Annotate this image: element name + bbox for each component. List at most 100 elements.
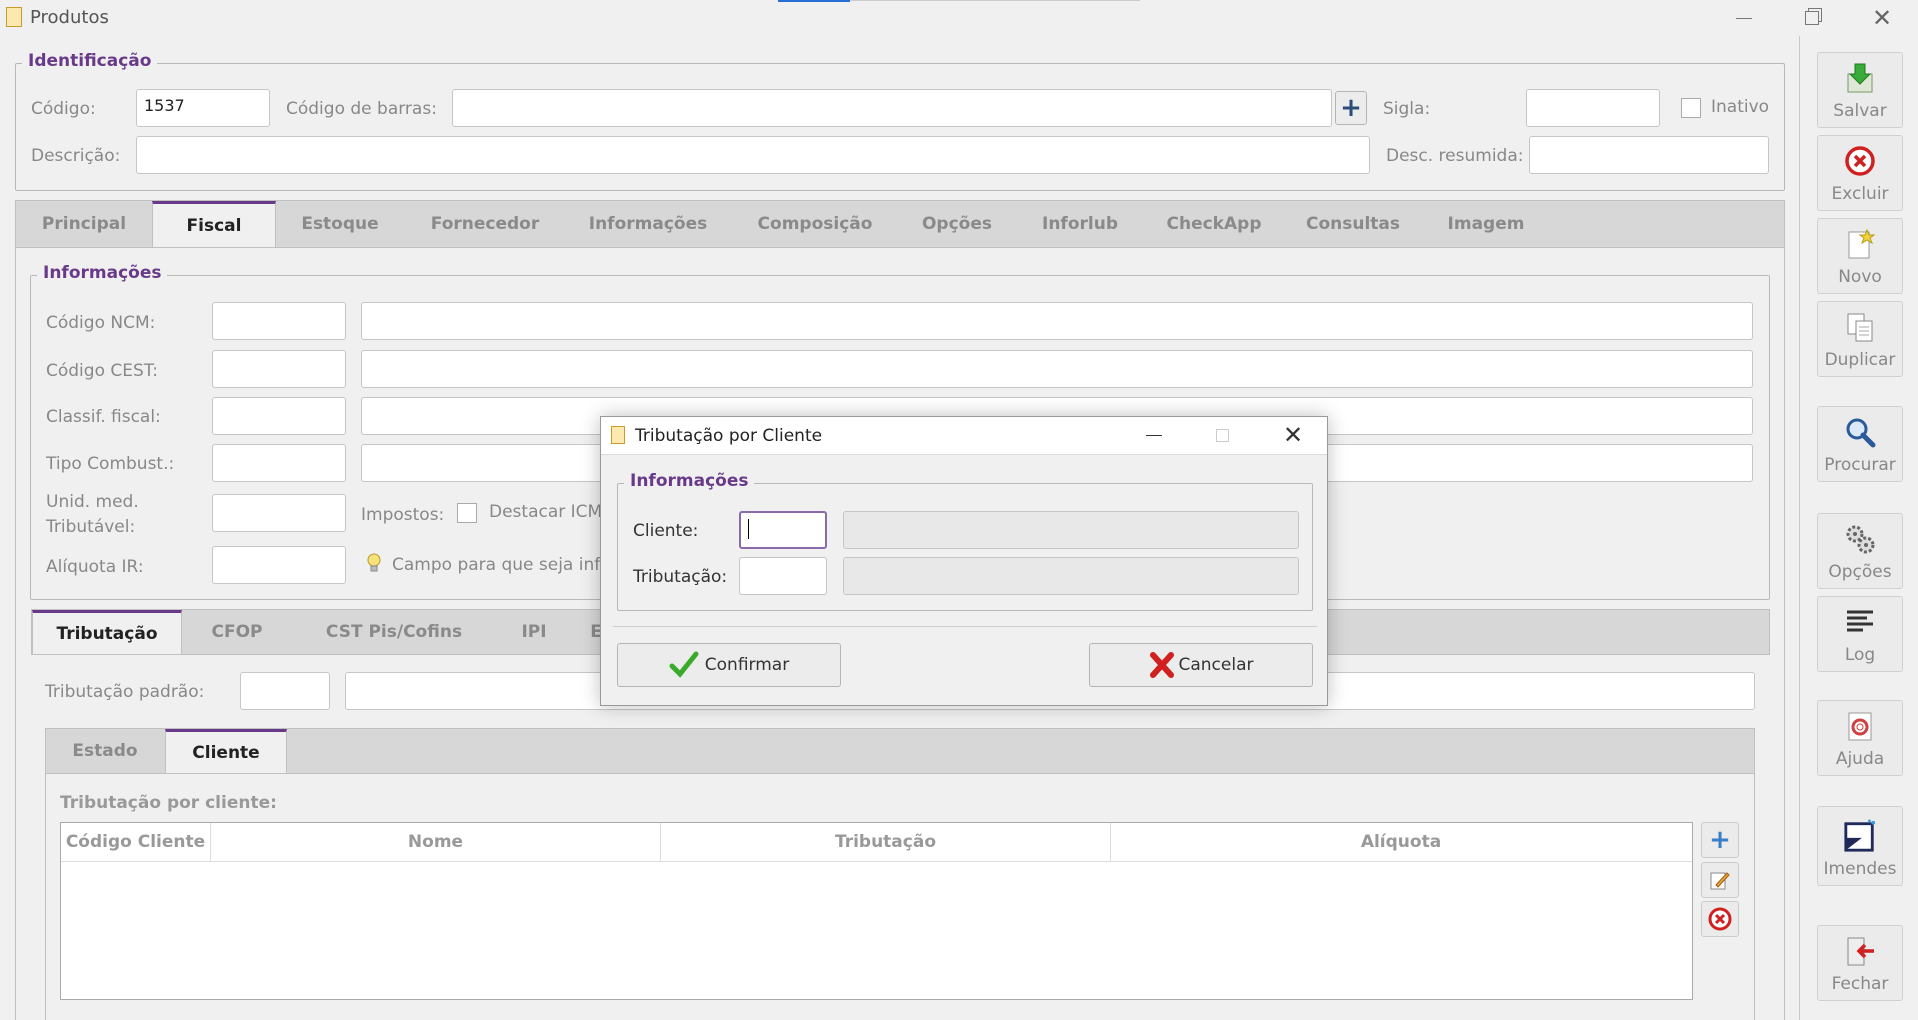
restore-button[interactable] (1778, 0, 1846, 36)
tab-fiscal[interactable]: Fiscal (152, 201, 276, 247)
excluir-button[interactable]: Excluir (1817, 135, 1903, 211)
tab-ipi[interactable]: IPI (494, 610, 574, 654)
combust-code-input[interactable] (212, 444, 346, 482)
tab-fornecedor[interactable]: Fornecedor (408, 201, 562, 247)
column-nome[interactable]: Nome (211, 823, 661, 861)
cancelar-button[interactable]: Cancelar (1089, 643, 1313, 687)
tributacao-cliente-dialog: Tributação por Cliente ✕ Informações Cli… (600, 416, 1328, 706)
ajuda-label: Ajuda (1835, 749, 1885, 769)
ncm-description-input[interactable] (361, 302, 1753, 340)
destacar-icms-checkbox[interactable] (457, 503, 477, 523)
column-tributacao[interactable]: Tributação (661, 823, 1111, 861)
aliquota-hint: Campo para que seja infor (392, 555, 618, 575)
window-progress-track (850, 0, 1140, 1)
imendes-label: Imendes (1823, 859, 1897, 879)
codigo-label: Código: (31, 99, 96, 119)
restore-icon (1805, 11, 1819, 25)
close-button[interactable]: ✕ (1848, 0, 1916, 36)
tab-tributacao[interactable]: Tributação (32, 610, 182, 654)
cest-description-input[interactable] (361, 350, 1753, 388)
grid-delete-button[interactable] (1701, 901, 1739, 937)
tab-estado[interactable]: Estado (46, 729, 164, 773)
salvar-button[interactable]: Salvar (1817, 52, 1903, 128)
column-codigo-cliente[interactable]: Código Cliente (61, 823, 211, 861)
opcoes-label: Opções (1828, 562, 1892, 582)
dialog-tributacao-label: Tributação: (633, 567, 728, 587)
aliquota-ir-label: Alíquota IR: (46, 557, 144, 577)
tab-opcoes[interactable]: Opções (901, 201, 1013, 247)
edit-icon (1710, 872, 1730, 890)
plus-icon: + (1340, 93, 1362, 123)
aliquota-ir-input[interactable] (212, 546, 346, 584)
cancelar-label: Cancelar (1178, 655, 1254, 675)
fechar-button[interactable]: Fechar (1817, 925, 1903, 1001)
classif-code-input[interactable] (212, 397, 346, 435)
tributacao-padrao-code-input[interactable] (240, 672, 330, 710)
grid-edit-button[interactable] (1701, 862, 1739, 898)
grid-add-button[interactable]: + (1701, 822, 1739, 858)
duplicar-button[interactable]: Duplicar (1817, 301, 1903, 377)
tab-cliente[interactable]: Cliente (165, 729, 287, 773)
grid-header: Código Cliente Nome Tributação Alíquota (61, 823, 1692, 862)
duplicate-icon (1843, 310, 1877, 344)
tab-cst-pis-cofins[interactable]: CST Pis/Cofins (309, 610, 479, 654)
add-barcode-button[interactable]: + (1335, 91, 1367, 125)
cross-icon (1149, 652, 1174, 678)
ncm-code-input[interactable] (212, 302, 346, 340)
plus-icon: + (1709, 825, 1731, 855)
dialog-cliente-code-input[interactable] (739, 511, 827, 549)
unid-input[interactable] (212, 494, 346, 532)
log-label: Log (1844, 645, 1876, 665)
codigo-barras-label: Código de barras: (286, 99, 437, 119)
tributacao-cliente-grid[interactable]: Código Cliente Nome Tributação Alíquota (60, 822, 1693, 1000)
fechar-label: Fechar (1831, 974, 1889, 994)
codigo-input[interactable]: 1537 (136, 89, 270, 127)
opcoes-button[interactable]: Opções (1817, 513, 1903, 589)
dialog-maximize-icon (1216, 429, 1229, 442)
excluir-label: Excluir (1831, 184, 1889, 204)
help-icon (1843, 709, 1877, 743)
dialog-divider (613, 626, 1317, 627)
sigla-label: Sigla: (1383, 99, 1431, 119)
novo-label: Novo (1838, 267, 1882, 287)
ajuda-button[interactable]: Ajuda (1817, 700, 1903, 776)
column-aliquota[interactable]: Alíquota (1111, 823, 1691, 861)
main-tab-bar: Principal Fiscal Estoque Fornecedor Info… (15, 200, 1785, 248)
tab-principal[interactable]: Principal (16, 201, 152, 247)
minimize-button[interactable] (1710, 0, 1778, 36)
confirmar-button[interactable]: Confirmar (617, 643, 841, 687)
dialog-close-icon[interactable]: ✕ (1283, 421, 1303, 449)
close-icon: ✕ (1871, 4, 1893, 32)
dialog-title: Tributação por Cliente (635, 426, 823, 446)
tab-composicao[interactable]: Composição (734, 201, 896, 247)
inativo-checkbox[interactable] (1681, 98, 1701, 118)
dialog-minimize-icon[interactable] (1146, 435, 1162, 436)
tab-informacoes[interactable]: Informações (568, 201, 728, 247)
novo-button[interactable]: Novo (1817, 218, 1903, 294)
sigla-input[interactable] (1526, 89, 1660, 127)
combust-label: Tipo Combust.: (46, 454, 175, 474)
codigo-barras-input[interactable] (452, 89, 1332, 127)
dialog-tributacao-code-input[interactable] (739, 557, 827, 595)
imendes-button[interactable]: Imendes (1817, 806, 1903, 886)
text-cursor (748, 519, 749, 539)
save-icon (1843, 61, 1877, 95)
tab-estoque[interactable]: Estoque (278, 201, 402, 247)
new-document-icon (1843, 227, 1877, 261)
log-button[interactable]: Log (1817, 596, 1903, 672)
tab-cfop[interactable]: CFOP (192, 610, 282, 654)
imendes-logo-icon (1843, 819, 1877, 853)
desc-resumida-input[interactable] (1529, 136, 1769, 174)
classif-label: Classif. fiscal: (46, 407, 161, 427)
unid-label-line2: Tributável: (46, 517, 136, 537)
descricao-input[interactable] (136, 136, 1370, 174)
tab-imagem[interactable]: Imagem (1426, 201, 1546, 247)
procurar-button[interactable]: Procurar (1817, 406, 1903, 482)
dialog-cliente-name-input (843, 511, 1299, 549)
cest-code-input[interactable] (212, 350, 346, 388)
salvar-label: Salvar (1833, 101, 1887, 121)
tab-checkapp[interactable]: CheckApp (1147, 201, 1281, 247)
tab-consultas[interactable]: Consultas (1286, 201, 1420, 247)
tab-inforlub[interactable]: Inforlub (1018, 201, 1142, 247)
log-icon (1843, 605, 1877, 639)
